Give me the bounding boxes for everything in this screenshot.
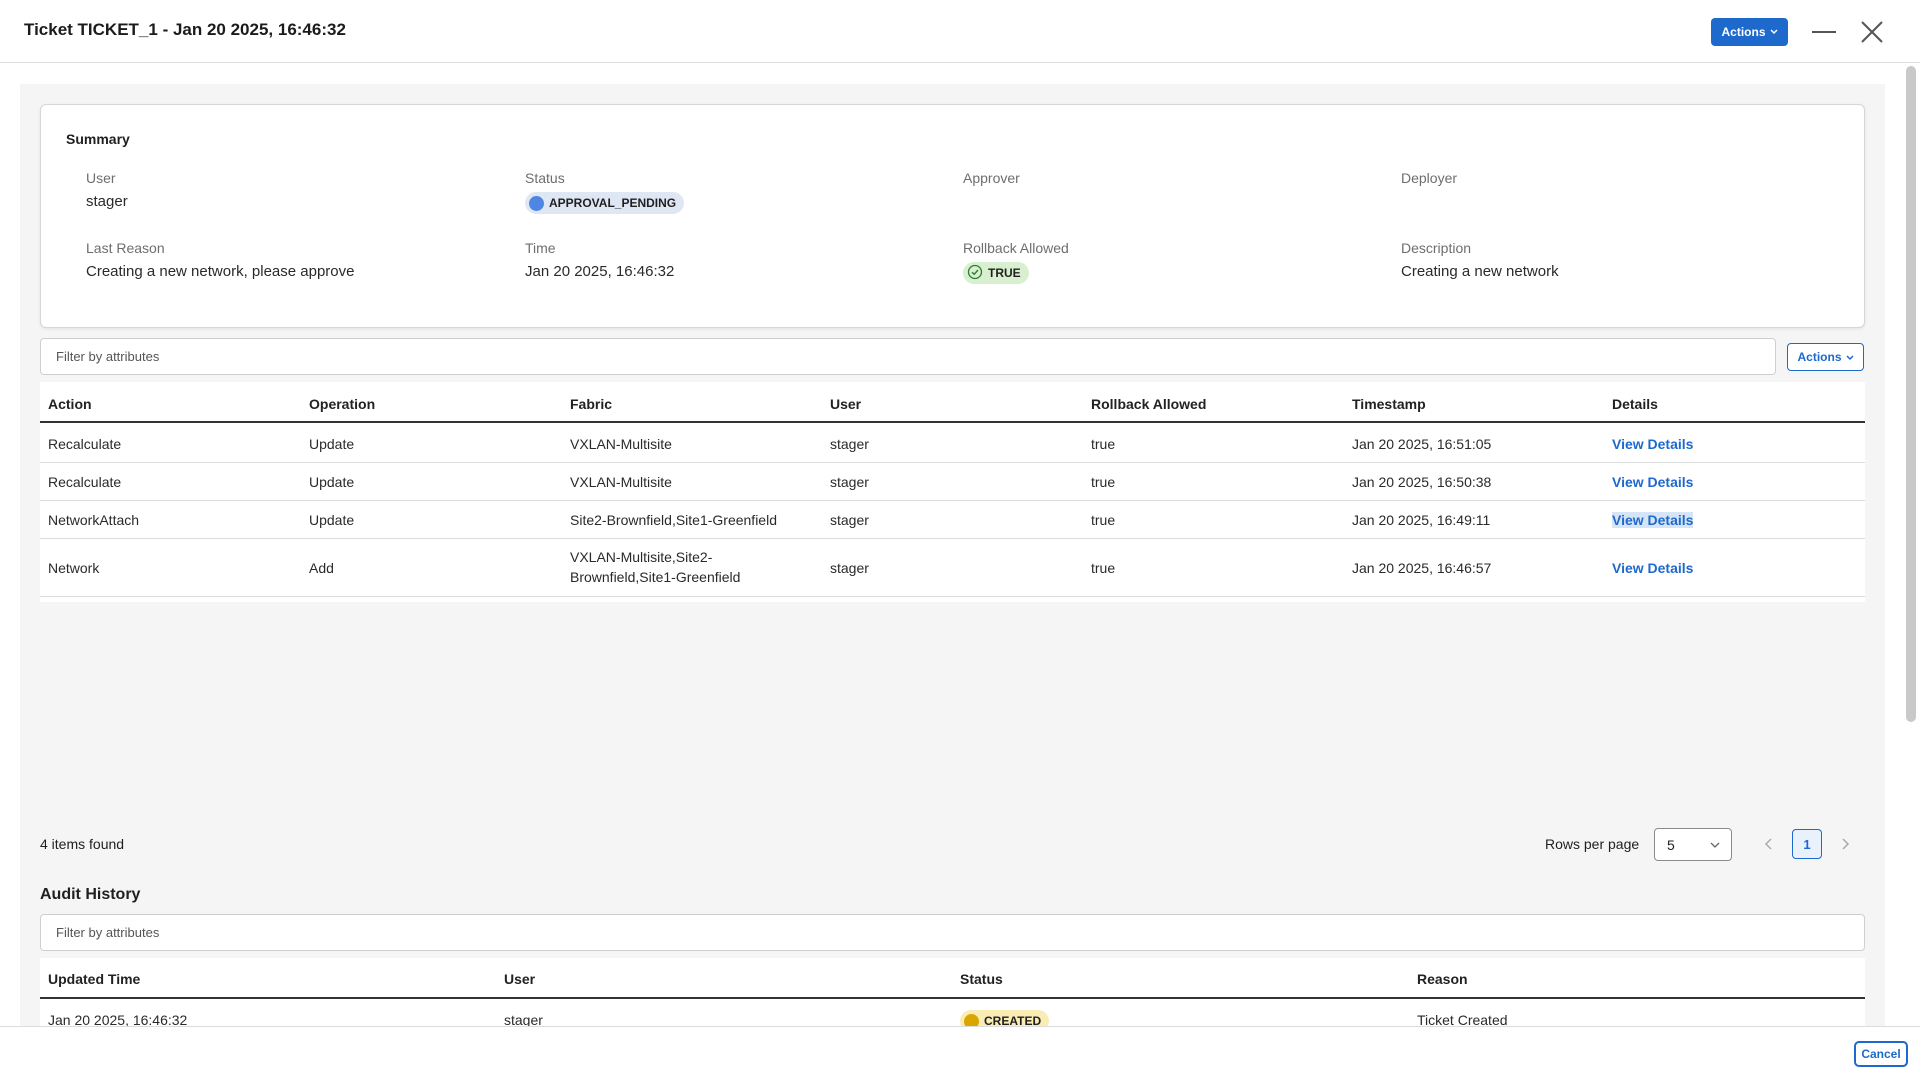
cell-fabric-line1: VXLAN-Multisite,Site2- [570,549,713,565]
rollback-label: Rollback Allowed [963,240,1069,256]
cell-operation: Add [309,560,334,576]
changes-filter-input[interactable]: Filter by attributes [40,338,1776,375]
pending-dot-icon [529,195,544,211]
cell-action: Network [48,560,100,576]
view-details-link[interactable]: View Details [1612,474,1693,490]
page-title: Ticket TICKET_1 - Jan 20 2025, 16:46:32 [24,20,346,39]
column-header[interactable]: Action [48,396,92,412]
summary-card: Summary User stager Status APPROVAL_PEND… [40,104,1865,328]
cell-fabric: VXLAN-Multisite [570,474,672,490]
table-row: Recalculate Update VXLAN-Multisite stage… [40,463,1865,501]
cell-action: Recalculate [48,436,122,452]
page-button-current[interactable]: 1 [1792,829,1822,859]
deployer-label: Deployer [1401,170,1458,186]
view-details-link[interactable]: View Details [1612,436,1693,452]
column-header[interactable]: Status [960,971,1003,987]
cell-action: NetworkAttach [48,512,140,528]
minimize-icon[interactable] [1808,16,1840,48]
cell-operation: Update [309,512,355,528]
time-value: Jan 20 2025, 16:46:32 [525,263,675,280]
status-badge: APPROVAL_PENDING [525,192,685,214]
column-header[interactable]: Timestamp [1352,396,1426,412]
cell-timestamp: Jan 20 2025, 16:51:05 [1352,436,1492,452]
audit-filter-input[interactable]: Filter by attributes [40,914,1865,951]
cell-fabric: Site2-Brownfield,Site1-Greenfield [570,512,777,528]
cell-fabric: VXLAN-Multisite [570,436,672,452]
audit-table-header: Updated Time User Status Reason [40,958,1865,999]
chevron-down-icon [1769,27,1778,37]
modal-footer [0,1026,1920,1080]
items-found-count: 4 items found [40,836,125,852]
table-row: Network Add VXLAN-Multisite,Site2- Brown… [40,539,1865,597]
description-value: Creating a new network [1401,263,1559,280]
check-circle-icon [967,264,983,283]
close-icon[interactable] [1856,16,1888,48]
last-reason-value: Creating a new network, please approve [86,263,355,280]
cell-rollback: true [1091,474,1116,490]
column-header[interactable]: Updated Time [48,971,140,987]
cell-fabric-line2: Brownfield,Site1-Greenfield [570,569,741,585]
column-header[interactable]: Reason [1417,971,1468,987]
modal-header: Ticket TICKET_1 - Jan 20 2025, 16:46:32 [0,0,1920,63]
view-details-link[interactable]: View Details [1612,560,1693,576]
changes-table: Action Operation Fabric User Rollback Al… [40,382,1865,602]
view-details-link[interactable]: View Details [1612,512,1694,528]
previous-page-icon[interactable] [1754,829,1784,859]
cell-action: Recalculate [48,474,122,490]
cell-timestamp: Jan 20 2025, 16:49:11 [1352,512,1491,528]
table-row: Recalculate Update VXLAN-Multisite stage… [40,425,1865,463]
last-reason-label: Last Reason [86,240,165,256]
column-header[interactable]: User [830,396,861,412]
cell-operation: Update [309,436,355,452]
audit-table: Updated Time User Status Reason Jan 20 2… [40,958,1865,1032]
summary-title: Summary [66,131,130,147]
cancel-button[interactable]: Cancel [1854,1041,1908,1067]
changes-table-header: Action Operation Fabric User Rollback Al… [40,382,1865,423]
chevron-down-icon [1709,838,1721,854]
time-label: Time [525,240,556,256]
header-actions-button[interactable]: Actions [1711,18,1788,46]
rows-per-page-value: 5 [1667,836,1675,853]
rollback-badge: TRUE [963,262,1029,284]
column-header[interactable]: Details [1612,396,1658,412]
column-header[interactable]: Fabric [570,396,612,412]
vertical-scrollbar[interactable] [1906,66,1916,722]
cell-timestamp: Jan 20 2025, 16:46:57 [1352,560,1492,576]
cell-operation: Update [309,474,355,490]
rows-per-page-label: Rows per page [1545,836,1640,852]
status-badge-label: APPROVAL_PENDING [549,196,677,210]
approver-label: Approver [963,170,1020,186]
table-row: NetworkAttach Update Site2-Brownfield,Si… [40,501,1865,539]
cell-rollback: true [1091,436,1116,452]
audit-history-title: Audit History [40,886,141,903]
status-label: Status [525,170,565,186]
next-page-icon[interactable] [1830,829,1860,859]
column-header[interactable]: Operation [309,396,375,412]
cell-user: stager [830,474,869,490]
column-header[interactable]: User [504,971,535,987]
column-header[interactable]: Rollback Allowed [1091,396,1206,412]
cell-timestamp: Jan 20 2025, 16:50:38 [1352,474,1492,490]
cell-rollback: true [1091,512,1116,528]
description-label: Description [1401,240,1472,256]
chevron-down-icon [1845,350,1854,364]
cell-user: stager [830,436,869,452]
user-label: User [86,170,116,186]
cell-user: stager [830,512,869,528]
rows-per-page-select[interactable]: 5 [1654,828,1732,861]
cell-user: stager [830,560,869,576]
user-value: stager [86,193,128,210]
changes-actions-button[interactable]: Actions [1787,343,1864,371]
header-actions-label: Actions [1721,25,1766,39]
changes-actions-label: Actions [1797,350,1842,364]
rollback-badge-label: TRUE [988,266,1021,280]
cell-rollback: true [1091,560,1116,576]
